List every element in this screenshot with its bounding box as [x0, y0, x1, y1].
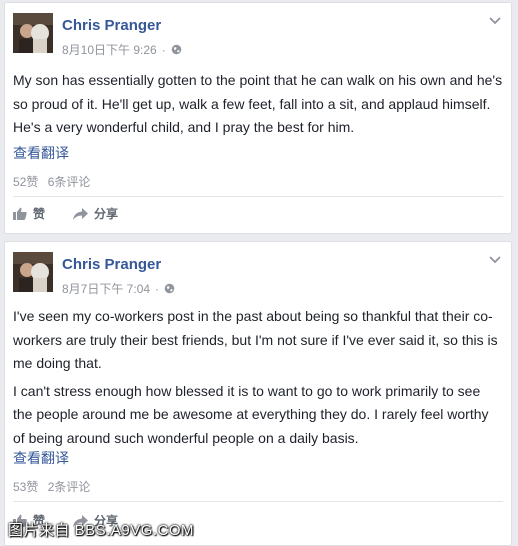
meta-separator: · — [155, 281, 160, 296]
avatar-photo — [13, 252, 53, 292]
comments-count[interactable]: 2条评论 — [48, 480, 91, 494]
like-button[interactable]: 赞 — [13, 205, 45, 222]
share-button[interactable]: 分享 — [73, 205, 118, 222]
likes-count[interactable]: 52赞 — [13, 175, 38, 189]
see-translation-link[interactable]: 查看翻译 — [13, 448, 69, 468]
share-label: 分享 — [94, 207, 119, 221]
feed-post: Chris Pranger 8月7日下午 7:04 · I've seen my… — [4, 241, 512, 546]
comments-count[interactable]: 6条评论 — [48, 175, 91, 189]
share-arrow-icon — [73, 207, 89, 220]
post-paragraph: I can't stress enough how blessed it is … — [13, 382, 489, 446]
like-label: 赞 — [33, 207, 46, 221]
chevron-down-icon[interactable] — [489, 17, 501, 25]
globe-icon[interactable] — [171, 44, 182, 55]
thumbs-up-icon — [13, 207, 27, 220]
post-paragraph: My son has essentially gotten to the poi… — [13, 72, 503, 135]
see-translation-link[interactable]: 查看翻译 — [13, 143, 69, 163]
post-body: My son has essentially gotten to the poi… — [13, 69, 503, 140]
divider — [13, 196, 503, 197]
meta-separator: · — [161, 42, 166, 57]
post-timestamp[interactable]: 8月10日下午 9:26 — [62, 41, 157, 58]
post-meta: 8月10日下午 9:26 · — [62, 41, 182, 58]
divider — [13, 501, 503, 502]
post-stats: 53赞 2条评论 — [13, 478, 90, 495]
author-name[interactable]: Chris Pranger — [62, 256, 161, 273]
chevron-down-icon[interactable] — [489, 256, 501, 264]
post-actions: 赞 分享 — [13, 205, 146, 222]
post-body: I've seen my co-workers post in the past… — [13, 305, 503, 450]
watermark-text: 图片来自 BBS.A9VG.COM — [8, 522, 195, 539]
author-name[interactable]: Chris Pranger — [62, 17, 161, 34]
avatar[interactable] — [13, 13, 53, 53]
post-timestamp[interactable]: 8月7日下午 7:04 — [62, 280, 150, 297]
post-stats: 52赞 6条评论 — [13, 173, 90, 190]
feed-post: Chris Pranger 8月10日下午 9:26 · My son has … — [4, 2, 512, 234]
avatar[interactable] — [13, 252, 53, 292]
likes-count[interactable]: 53赞 — [13, 480, 38, 494]
avatar-photo — [13, 13, 53, 53]
post-meta: 8月7日下午 7:04 · — [62, 280, 175, 297]
post-paragraph: I've seen my co-workers post in the past… — [13, 308, 498, 371]
globe-icon[interactable] — [164, 283, 175, 294]
